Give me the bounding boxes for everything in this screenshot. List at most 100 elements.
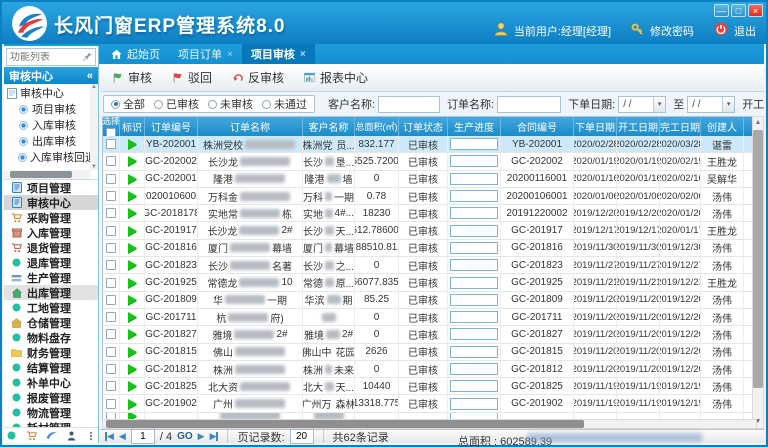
page-number-input[interactable] [131,429,155,444]
scrollbar-thumb[interactable] [10,171,72,178]
status-radio-未通过[interactable]: 未通过 [262,96,307,112]
scrollbar-thumb[interactable] [106,420,584,428]
row-select-cell[interactable] [103,413,120,419]
sidebar-item-审核中心[interactable]: 审核中心 [4,195,98,210]
tree-item-入库审核回退[interactable]: 入库审核回退 [6,149,90,165]
maximize-button[interactable]: □ [731,4,746,17]
chevron-down-icon[interactable]: ▾ [722,97,734,112]
table-row[interactable]: GC-201815佛山佛山中花园2626已审核GC-2018152019/11/… [103,344,756,361]
row-select-cell[interactable] [103,326,120,342]
sidebar-item-退库管理[interactable]: 退库管理 [4,255,98,270]
table-row[interactable]: YB-202001株洲党校株洲党员...832.177已审核YB-2020012… [103,136,756,153]
sidebar-item-出库管理[interactable]: 出库管理 [4,285,98,300]
close-icon[interactable]: × [227,49,233,60]
page-size-input[interactable] [290,429,314,444]
next-page-button[interactable]: ▶ [198,431,205,442]
column-header-订单名称[interactable]: 订单名称 [198,117,303,136]
row-checkbox[interactable] [106,399,116,409]
row-select-cell[interactable] [103,395,120,411]
toolbar-button-反审核[interactable]: 反审核 [232,69,284,86]
row-checkbox[interactable] [106,312,116,322]
row-select-cell[interactable] [103,344,120,360]
column-header-客户名称[interactable]: 客户名称 [303,117,355,136]
table-row[interactable]: GC-201902广州广州万森林13318.775已审核GC-201902201… [103,395,756,412]
row-checkbox[interactable] [106,156,116,166]
row-select-cell[interactable] [103,240,120,256]
column-header-标识[interactable]: 标识 [120,117,145,136]
sidebar-item-工地管理[interactable]: 工地管理 [4,300,98,315]
row-select-cell[interactable] [103,153,120,169]
tab-项目审核[interactable]: 项目审核× [242,44,315,64]
table-row[interactable]: GC-201917长沙龙2#长沙天...8512.78600...已审核GC-2… [103,222,756,239]
tree-root-item[interactable]: 审核中心 [6,85,90,101]
row-select-cell[interactable] [103,361,120,377]
row-checkbox[interactable] [106,278,116,288]
row-select-cell[interactable] [103,222,120,238]
row-select-cell[interactable] [103,188,120,204]
sidebar-item-采购管理[interactable]: 采购管理 [4,210,98,225]
sidebar-item-入库管理[interactable]: 入库管理 [4,225,98,240]
sidebar-item-物流管理[interactable]: 物流管理 [4,405,98,420]
status-radio-已审核[interactable]: 已审核 [154,96,199,112]
table-row[interactable]: GC-202002长沙龙长沙垦...65525.7200...已审核GC-202… [103,153,756,170]
row-checkbox[interactable] [106,226,116,236]
table-row[interactable]: GC-201925常德龙10常德原...266077.835...已审核GC-2… [103,274,756,291]
sidebar-item-生产管理[interactable]: 生产管理 [4,270,98,285]
tree-item-入库审核[interactable]: 入库审核 [6,117,90,133]
table-row[interactable]: GC-201823长沙名著长沙之...0已审核GC-2018232019/11/… [103,257,756,274]
close-icon[interactable]: × [300,49,306,60]
status-radio-全部[interactable]: 全部 [111,96,145,112]
column-header-创建人[interactable]: 创建人 [701,117,744,136]
sidebar-item-项目管理[interactable]: 项目管理 [4,180,98,195]
sidebar-item-财务管理[interactable]: 财务管理 [4,345,98,360]
tree-item-项目审核[interactable]: 项目审核 [6,101,90,117]
change-password-link[interactable]: 修改密码 [650,23,694,39]
row-checkbox[interactable] [106,191,116,201]
first-page-button[interactable]: ◀ [105,431,114,442]
column-header-生产进度[interactable]: 生产进度 [448,117,501,136]
sidebar-item-仓储管理[interactable]: 仓储管理 [4,315,98,330]
collapse-icon[interactable]: « [87,70,93,82]
table-row[interactable]: GC-201825北大资北大天...10440已审核GC-2018252019/… [103,378,756,395]
sidebar-item-物料盘存[interactable]: 物料盘存 [4,330,98,345]
table-row[interactable]: GC-202001隆港隆港墙0已审核202001160012020/01/162… [103,171,756,188]
tree-vertical-scrollbar[interactable]: ▲▼ [90,84,98,170]
sidebar-item-耗材管理[interactable]: 耗材管理 [4,420,98,427]
table-row[interactable]: GC-201711杭府)0已审核GC-2017112019/11/202019/… [103,309,756,326]
grid-vertical-scrollbar[interactable]: ▲ ▼ [752,116,764,429]
function-search-input[interactable] [10,52,83,63]
tab-项目订单[interactable]: 项目订单× [169,44,242,64]
toolbar-button-驳回[interactable]: 驳回 [172,69,212,86]
chevron-down-icon[interactable]: ▾ [653,97,665,112]
row-checkbox[interactable] [106,413,116,419]
sidebar-item-结算管理[interactable]: 结算管理 [4,360,98,375]
row-checkbox[interactable] [106,381,116,391]
column-header-开工日期[interactable]: 开工日期 [617,117,660,136]
function-search-box[interactable] [6,48,96,66]
tree-item-出库审核[interactable]: 出库审核 [6,133,90,149]
table-row[interactable]: GC-2018178实地常栋实地4#...18230已审核20191220002… [103,205,756,222]
status-radio-未审核[interactable]: 未审核 [208,96,253,112]
order-date-to-input[interactable]: / / ▾ [687,96,735,113]
order-name-input[interactable] [497,96,561,113]
toolbar-button-报表中心[interactable]: 报表中心 [304,69,368,86]
table-row[interactable]: 20200106001万科金万科一期0.78已审核202001060012020… [103,188,756,205]
column-header-订单状态[interactable]: 订单状态 [399,117,448,136]
table-row[interactable]: GC-201809华一期华滨期85.25已审核GC-2018092019/11/… [103,292,756,309]
row-select-cell[interactable] [103,171,120,187]
table-row[interactable]: GC-201827雅境2#雅境2#0已审核GC-2018272019/11/20… [103,326,756,343]
sidebar-item-退货管理[interactable]: 退货管理 [4,240,98,255]
row-checkbox[interactable] [106,139,116,149]
sidebar-panel-header[interactable]: 审核中心 « [4,67,98,84]
column-header-订单编号[interactable]: 订单编号 [145,117,198,136]
minimize-button[interactable]: — [714,4,729,17]
sidebar-item-补单中心[interactable]: 补单中心 [4,375,98,390]
row-checkbox[interactable] [106,364,116,374]
last-page-button[interactable]: ▶ [210,431,219,442]
pin-icon[interactable] [83,48,92,66]
scroll-up-arrow[interactable]: ▲ [755,117,762,129]
row-select-cell[interactable] [103,136,120,152]
row-select-cell[interactable] [103,257,120,273]
row-select-cell[interactable] [103,274,120,290]
order-date-input[interactable]: / / ▾ [618,96,666,113]
